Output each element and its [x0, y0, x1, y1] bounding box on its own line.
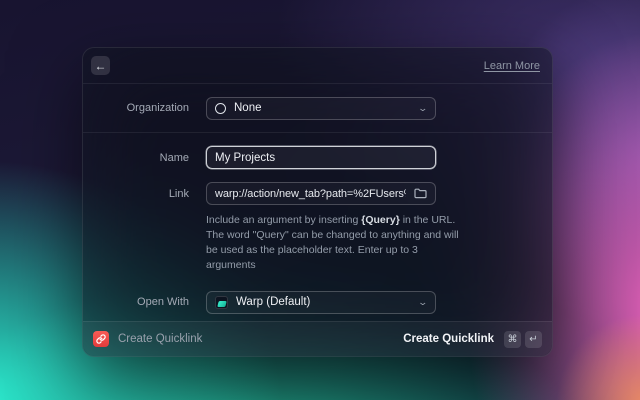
helper-text-pre: Include an argument by inserting: [206, 214, 362, 226]
name-value: My Projects: [215, 151, 276, 164]
create-quicklink-window: ← Learn More Organization None ⌄ Name My…: [82, 47, 553, 357]
link-row: Link warp://action/new_tab?path=%2FUsers…: [83, 182, 552, 205]
link-label: Link: [168, 187, 189, 200]
link-value: warp://action/new_tab?path=%2FUsers%2Fjo…: [215, 187, 406, 200]
organization-value: None: [234, 102, 262, 114]
organization-section: Organization None ⌄: [83, 84, 552, 133]
footer-command-title: Create Quicklink: [118, 333, 203, 345]
chevron-down-icon: ⌄: [417, 296, 429, 307]
chevron-down-icon: ⌄: [417, 102, 429, 113]
footer-actions: Create Quicklink ⌘ ↵: [403, 330, 542, 348]
open-with-value: Warp (Default): [236, 296, 311, 309]
helper-text-highlight: {Query}: [361, 214, 400, 226]
warp-app-icon: [215, 295, 228, 309]
link-icon: [96, 334, 106, 344]
organization-label: Organization: [126, 102, 189, 114]
back-button[interactable]: ←: [91, 56, 110, 75]
name-row: Name My Projects: [83, 146, 552, 169]
create-quicklink-button[interactable]: Create Quicklink: [403, 333, 494, 345]
quicklink-app-icon: [93, 331, 109, 347]
form-body: Name My Projects Link warp://action/new_…: [83, 133, 552, 321]
command-key[interactable]: ⌘: [504, 330, 521, 348]
open-with-select[interactable]: Warp (Default) ⌄: [206, 290, 436, 314]
learn-more-link[interactable]: Learn More: [484, 60, 540, 72]
link-input[interactable]: warp://action/new_tab?path=%2FUsers%2Fjo…: [206, 182, 436, 205]
return-key[interactable]: ↵: [525, 330, 542, 348]
open-with-row: Open With Warp (Default) ⌄: [83, 290, 552, 314]
window-footer: Create Quicklink Create Quicklink ⌘ ↵: [83, 321, 552, 356]
name-input[interactable]: My Projects: [206, 146, 436, 169]
arrow-left-icon: ←: [94, 58, 107, 73]
window-header: ← Learn More: [83, 48, 552, 84]
open-with-label: Open With: [137, 296, 189, 309]
folder-icon: [414, 188, 427, 199]
folder-picker-button[interactable]: [414, 188, 427, 199]
organization-select[interactable]: None ⌄: [206, 96, 436, 120]
name-label: Name: [159, 151, 189, 164]
none-org-icon: [215, 102, 226, 114]
footer-command-info: Create Quicklink: [93, 331, 202, 347]
link-helper-text: Include an argument by inserting {Query}…: [206, 213, 468, 273]
